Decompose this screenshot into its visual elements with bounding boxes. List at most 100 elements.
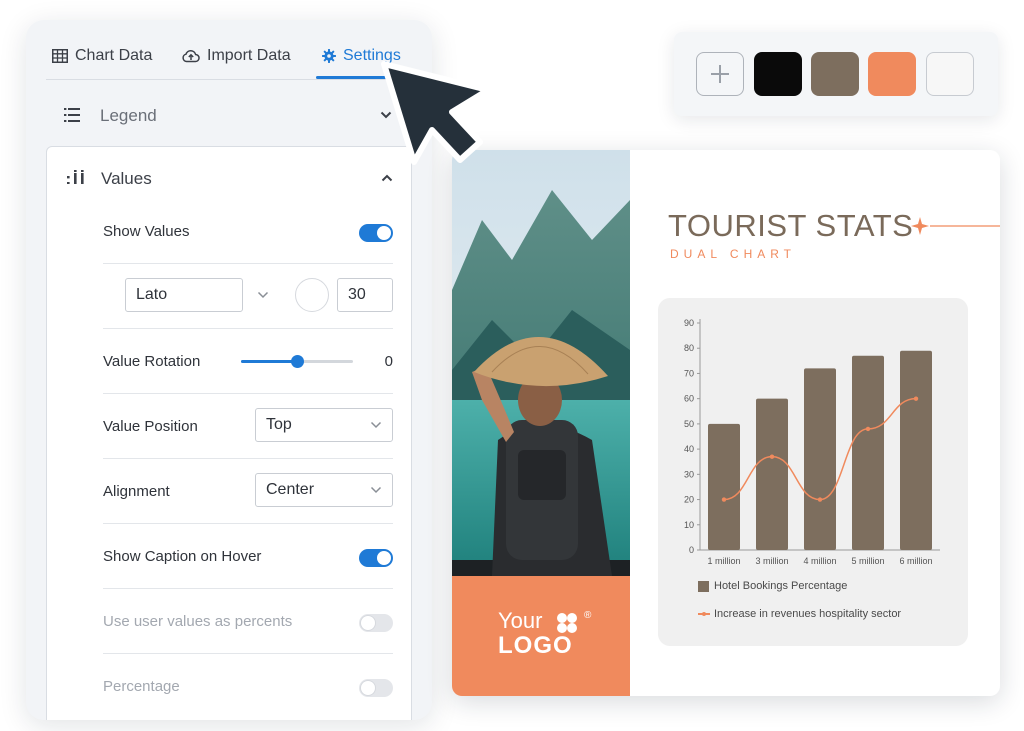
legend-swatch xyxy=(698,580,709,592)
tab-import-data[interactable]: Import Data xyxy=(182,44,291,68)
chevron-down-icon xyxy=(370,486,382,494)
legend-label: Increase in revenues hospitality sector xyxy=(714,608,902,620)
add-color-button[interactable] xyxy=(696,52,744,96)
value-position-label: Value Position xyxy=(103,418,198,435)
chevron-up-icon[interactable] xyxy=(381,174,393,182)
x-tick-label: 5 million xyxy=(851,556,884,566)
value-position-selected: Top xyxy=(266,416,292,433)
line-point xyxy=(721,497,727,502)
legend-section-label: Legend xyxy=(100,106,157,125)
dual-chart: 0 10 20 30 40 50 60 70 80 90 1 million 3 million 4 m… xyxy=(658,298,968,646)
clover-logo-icon xyxy=(557,613,577,633)
percentage-toggle[interactable] xyxy=(359,679,393,697)
y-tick-label: 50 xyxy=(684,419,694,429)
bar xyxy=(804,368,836,550)
logo-block: Your LOGO ® xyxy=(452,576,630,696)
user-values-percent-label: Use user values as percents xyxy=(103,613,293,630)
value-position-row: Value Position Top xyxy=(103,394,393,459)
alignment-row: Alignment Center xyxy=(103,459,393,524)
cloud-upload-icon xyxy=(182,50,200,63)
chart-svg: 0 10 20 30 40 50 60 70 80 90 1 million 3 million 4 m… xyxy=(684,318,940,566)
toggle-knob xyxy=(377,551,391,565)
tab-label: Import Data xyxy=(207,47,291,64)
tab-bar: Chart Data Import Data Settings xyxy=(26,20,432,82)
font-size-field[interactable]: 30 xyxy=(337,278,393,312)
y-tick-label: 80 xyxy=(684,343,694,353)
show-caption-row: Show Caption on Hover xyxy=(103,524,393,589)
value-rotation-slider[interactable] xyxy=(241,355,353,368)
line-point xyxy=(817,497,823,502)
logo-line-2: LOGO xyxy=(498,632,573,659)
value-rotation-row: Value Rotation 0 xyxy=(103,329,393,394)
bar xyxy=(852,355,884,550)
line-point xyxy=(865,426,871,432)
y-tick-label: 90 xyxy=(684,318,694,328)
x-tick-label: 3 million xyxy=(755,556,788,566)
x-tick-label: 4 million xyxy=(803,556,836,566)
values-section-label: Values xyxy=(101,169,152,188)
color-palette-bar xyxy=(674,32,998,116)
show-values-row: Show Values xyxy=(103,199,393,264)
alignment-select[interactable]: Center xyxy=(255,473,393,507)
legend-item-bars: Hotel Bookings Percentage xyxy=(698,575,958,597)
y-tick-label: 70 xyxy=(684,368,694,378)
font-size-value: 30 xyxy=(348,286,366,303)
traveler-photo xyxy=(452,150,630,576)
toggle-knob xyxy=(377,226,391,240)
user-values-percent-row: Use user values as percents xyxy=(103,589,393,654)
color-swatch[interactable] xyxy=(754,52,802,96)
value-rotation-value: 0 xyxy=(384,353,393,370)
y-tick-label: 0 xyxy=(689,545,694,555)
chart-legend: Hotel Bookings Percentage Increase in re… xyxy=(698,575,958,631)
show-values-label: Show Values xyxy=(103,223,190,240)
legend-item-line: Increase in revenues hospitality sector xyxy=(698,603,958,625)
toggle-knob xyxy=(361,681,375,695)
legend-line-marker xyxy=(698,610,710,618)
line-point xyxy=(769,454,775,459)
percentage-row: Percentage xyxy=(103,654,393,719)
bar xyxy=(756,398,788,550)
values-bars-icon xyxy=(67,170,84,184)
x-tick-label: 6 million xyxy=(899,556,932,566)
legend-section-header[interactable]: Legend xyxy=(46,94,412,138)
slider-thumb[interactable] xyxy=(290,355,304,368)
line-point xyxy=(913,396,919,401)
tab-chart-data[interactable]: Chart Data xyxy=(52,44,152,68)
values-section: Values Show Values Lato 30 Value Rotatio… xyxy=(46,146,412,720)
list-icon xyxy=(64,108,80,122)
bar xyxy=(900,350,932,550)
y-tick-label: 10 xyxy=(684,520,694,530)
percentage-label: Percentage xyxy=(103,678,180,695)
value-position-select[interactable]: Top xyxy=(255,408,393,442)
bar xyxy=(708,423,740,550)
font-family-field[interactable]: Lato xyxy=(125,278,243,312)
show-caption-toggle[interactable] xyxy=(359,549,393,567)
chevron-down-icon xyxy=(370,421,382,429)
font-family-value: Lato xyxy=(136,286,168,303)
font-color-picker[interactable] xyxy=(295,278,329,312)
tab-label: Chart Data xyxy=(75,47,153,64)
user-values-percent-toggle[interactable] xyxy=(359,614,393,632)
color-swatch[interactable] xyxy=(811,52,859,96)
infographic-preview: Your LOGO ® TOURIST STATS DUAL CHART 0 10… xyxy=(452,150,1000,696)
toggle-knob xyxy=(361,616,375,630)
infographic-title: TOURIST STATS xyxy=(668,208,914,243)
color-swatch[interactable] xyxy=(926,52,974,96)
legend-label: Hotel Bookings Percentage xyxy=(714,580,848,592)
chevron-down-icon[interactable] xyxy=(257,291,269,299)
font-row: Lato 30 xyxy=(103,264,393,329)
mouse-pointer-icon xyxy=(381,61,491,165)
registered-mark: ® xyxy=(584,610,592,621)
show-values-toggle[interactable] xyxy=(359,224,393,242)
plus-icon xyxy=(711,65,729,83)
y-tick-label: 40 xyxy=(684,444,694,454)
table-icon xyxy=(52,49,68,63)
settings-panel: Chart Data Import Data Settings Legend V… xyxy=(26,20,432,720)
show-caption-label: Show Caption on Hover xyxy=(103,548,262,565)
color-swatch[interactable] xyxy=(868,52,916,96)
alignment-label: Alignment xyxy=(103,483,170,500)
slider-fill xyxy=(241,360,297,363)
infographic-subtitle: DUAL CHART xyxy=(670,247,797,261)
y-tick-label: 20 xyxy=(684,495,694,505)
y-tick-label: 30 xyxy=(684,469,694,479)
